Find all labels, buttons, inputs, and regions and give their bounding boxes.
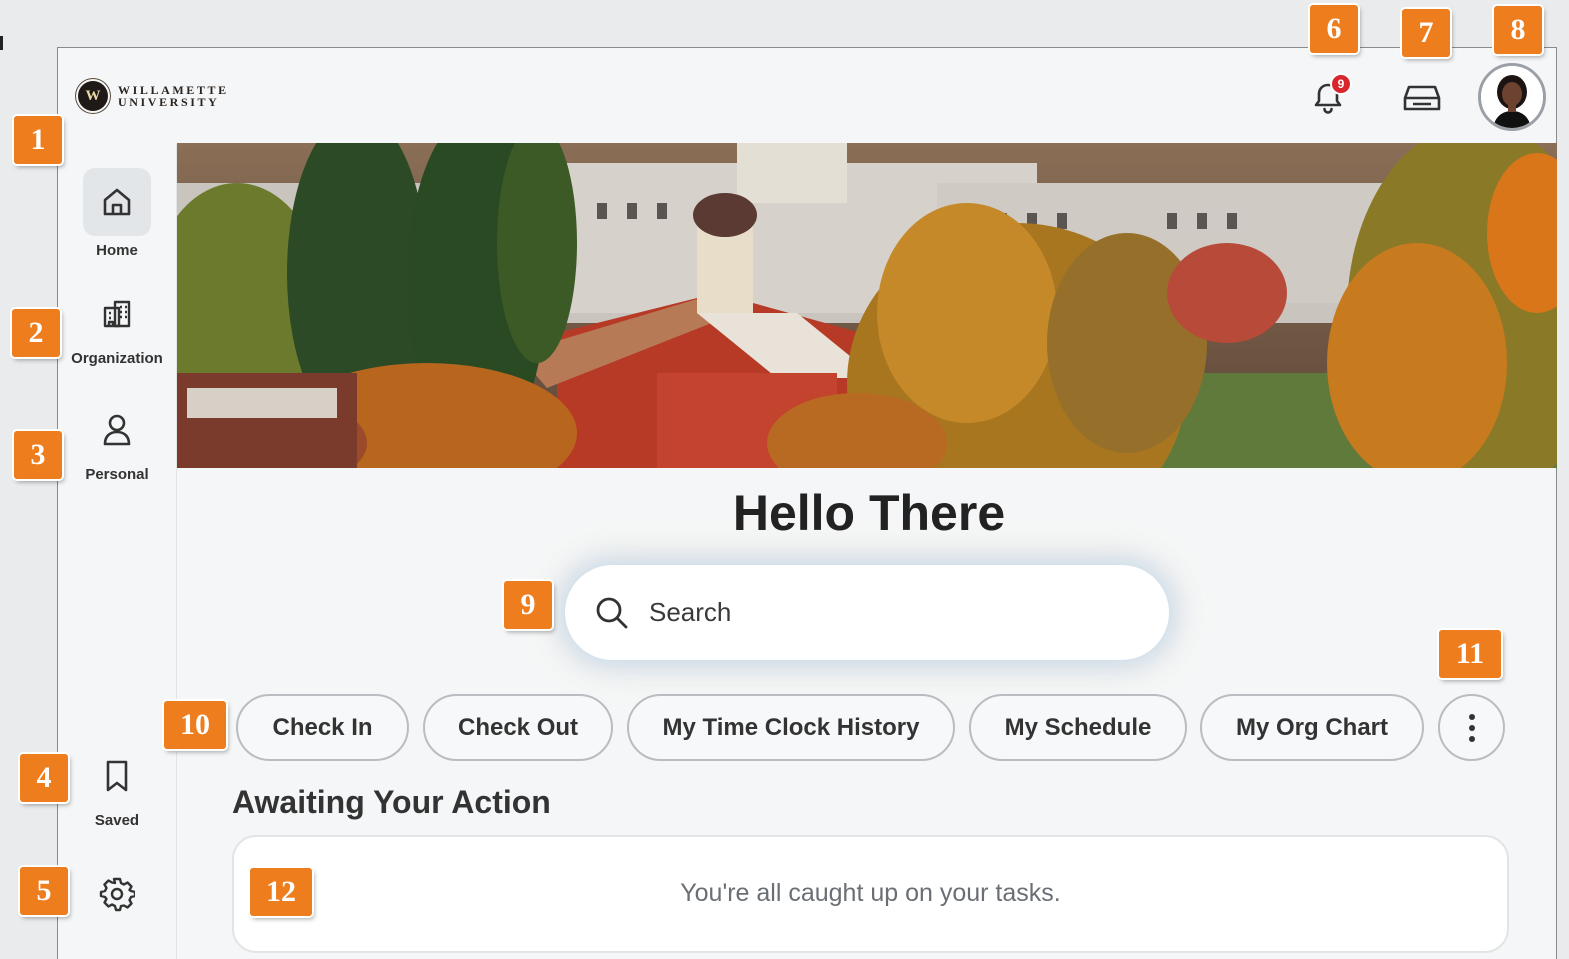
callout-marker-2: 2	[12, 309, 60, 357]
sidebar-item-label: Personal	[85, 466, 149, 483]
university-wordmark: WILLAMETTE UNIVERSITY	[118, 84, 229, 108]
tasks-empty-message: You're all caught up on your tasks.	[680, 879, 1061, 907]
awaiting-action-card: You're all caught up on your tasks.	[232, 835, 1509, 953]
organization-tile	[83, 284, 151, 344]
check-out-button[interactable]: Check Out	[423, 694, 613, 761]
building-icon	[103, 300, 131, 328]
search-icon	[596, 597, 628, 628]
my-org-chart-button[interactable]: My Org Chart	[1200, 694, 1424, 761]
person-icon	[103, 414, 131, 446]
home-tile	[83, 168, 151, 236]
callout-marker-9: 9	[504, 581, 552, 629]
bookmark-icon	[106, 760, 128, 792]
sidebar-item-label: Organization	[71, 350, 163, 367]
callout-marker-6: 6	[1310, 5, 1358, 53]
callout-marker-3: 3	[14, 431, 62, 479]
callout-marker-12: 12	[250, 868, 312, 916]
callout-marker-8: 8	[1494, 6, 1542, 54]
more-vertical-icon	[1468, 713, 1475, 742]
sidebar-item-saved[interactable]: Saved	[58, 746, 176, 829]
app-window: W WILLAMETTE UNIVERSITY 9 Home Organizat…	[57, 47, 1557, 959]
personal-tile	[83, 400, 151, 460]
sidebar-item-label: Saved	[94, 812, 140, 829]
search-input[interactable]	[649, 597, 1129, 628]
callout-marker-7: 7	[1402, 9, 1450, 57]
university-seal: W	[78, 81, 108, 111]
gear-icon	[99, 877, 135, 912]
sidebar-item-organization[interactable]: Organization	[58, 284, 176, 367]
callout-marker-4: 4	[20, 754, 68, 802]
campus-banner-image	[177, 143, 1557, 468]
callout-marker-1: 1	[14, 116, 62, 164]
inbox-button[interactable]	[1400, 76, 1444, 120]
callout-marker-11: 11	[1439, 630, 1501, 678]
time-clock-history-button[interactable]: My Time Clock History	[627, 694, 955, 761]
sidebar-item-personal[interactable]: Personal	[58, 400, 176, 483]
more-actions-button[interactable]	[1438, 694, 1505, 761]
profile-avatar[interactable]	[1478, 63, 1546, 131]
my-schedule-button[interactable]: My Schedule	[969, 694, 1187, 761]
home-icon	[103, 188, 131, 216]
sidebar-item-label: Home	[96, 242, 138, 259]
inbox-icon	[1403, 85, 1441, 111]
awaiting-action-heading: Awaiting Your Action	[232, 784, 551, 820]
check-in-button[interactable]: Check In	[236, 694, 409, 761]
callout-marker-10: 10	[164, 701, 226, 749]
wordmark-line-2: UNIVERSITY	[118, 95, 220, 109]
sidebar-item-settings[interactable]	[58, 866, 176, 922]
corner-mark	[0, 36, 3, 50]
sidebar-item-home[interactable]: Home	[58, 168, 176, 259]
saved-tile	[83, 746, 151, 806]
callout-marker-5: 5	[20, 867, 68, 915]
page-greeting: Hello There	[732, 485, 1006, 541]
university-logo[interactable]: W WILLAMETTE UNIVERSITY	[78, 81, 229, 111]
notification-count-badge: 9	[1330, 73, 1352, 95]
avatar-photo	[1481, 66, 1543, 128]
search-bar[interactable]	[565, 565, 1169, 660]
notifications-button[interactable]: 9	[1306, 73, 1352, 120]
settings-tile	[83, 866, 151, 922]
